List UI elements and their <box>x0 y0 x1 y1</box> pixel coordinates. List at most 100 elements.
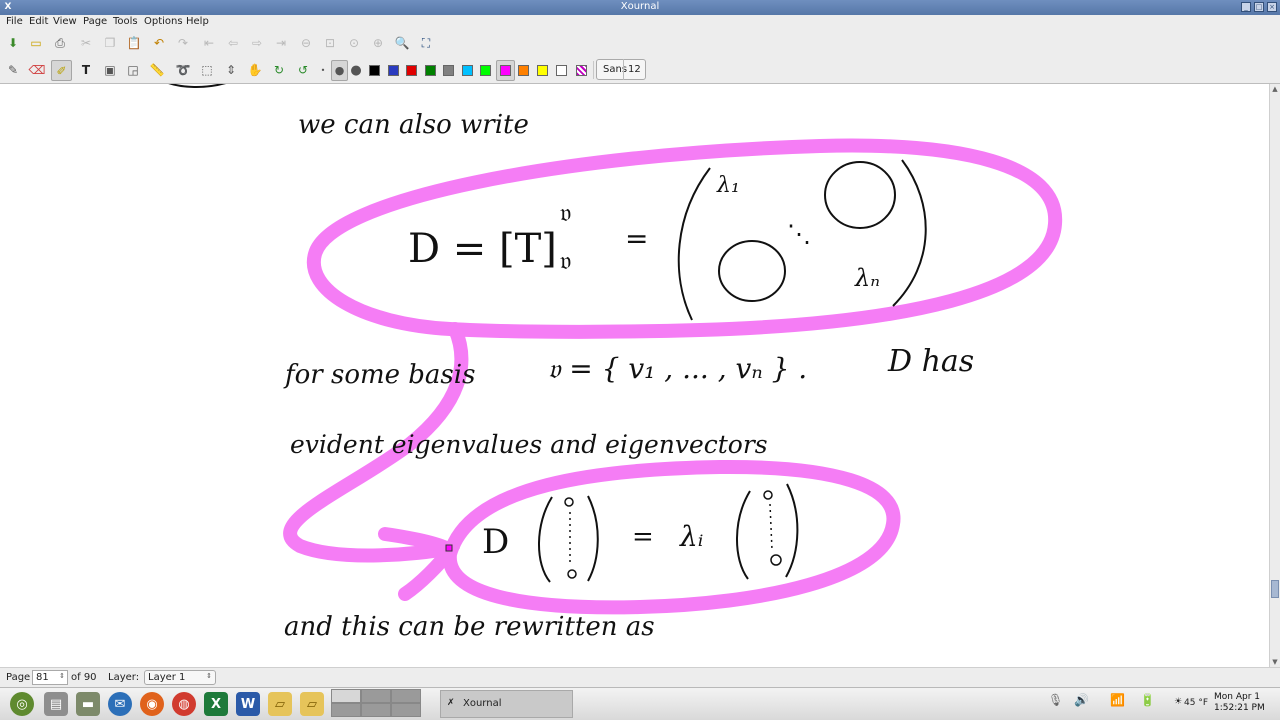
zoom-100-icon[interactable]: ⊡ <box>321 34 339 52</box>
launcher-icon[interactable]: ▱ <box>300 692 324 716</box>
vector-entry <box>770 554 782 566</box>
vector-entry <box>564 497 574 507</box>
close-button[interactable]: × <box>1267 2 1277 12</box>
eraser-icon[interactable]: ⌫ <box>28 61 46 79</box>
matrix-lambda-n: λₙ <box>855 264 880 292</box>
shapes-icon[interactable]: ◲ <box>124 61 142 79</box>
ruler-icon[interactable]: 📏 <box>148 61 166 79</box>
highlighter-icon[interactable]: ✐ <box>51 60 72 81</box>
color-red[interactable] <box>406 65 417 76</box>
file-manager-icon[interactable]: ▤ <box>44 692 68 716</box>
eq2-d: D <box>482 522 510 562</box>
save-icon[interactable]: ⬇ <box>4 34 22 52</box>
start-menu-icon[interactable]: ◎ <box>10 692 34 716</box>
cut-icon[interactable]: ✂ <box>77 34 95 52</box>
layer-select[interactable]: Layer 1 ⇕ <box>144 670 216 685</box>
workspace-5[interactable] <box>361 703 391 717</box>
text-icon[interactable]: T <box>77 61 95 79</box>
copy-icon[interactable]: ❐ <box>101 34 119 52</box>
thunderbird-icon[interactable]: ✉ <box>108 692 132 716</box>
color-magenta[interactable] <box>500 65 511 76</box>
battery-icon[interactable]: 🔋 <box>1140 693 1155 715</box>
last-page-icon[interactable]: ⇥ <box>272 34 290 52</box>
color-gray[interactable] <box>443 65 454 76</box>
pen-icon[interactable]: ✎ <box>4 61 22 79</box>
clock[interactable]: Mon Apr 1 1:52:21 PM <box>1214 692 1265 714</box>
menu-options[interactable]: Options <box>144 16 183 27</box>
workspace-4[interactable] <box>331 703 361 717</box>
chrome-icon[interactable]: ◍ <box>172 692 196 716</box>
firefox-icon[interactable]: ◉ <box>140 692 164 716</box>
color-white[interactable] <box>556 65 567 76</box>
zoom-out-icon[interactable]: ⊖ <box>297 34 315 52</box>
default-pen-icon[interactable]: ↻ <box>270 61 288 79</box>
notes-canvas[interactable]: we can also write D = [T] 𝔳 𝔳 = λ₁ ⋱ λₙ … <box>0 84 1269 667</box>
next-page-icon[interactable]: ⇨ <box>248 34 266 52</box>
paste-icon[interactable]: 📋 <box>125 34 143 52</box>
color-blue[interactable] <box>388 65 399 76</box>
matrix-bracket-right <box>892 159 927 307</box>
hand-icon[interactable]: ✋ <box>246 61 264 79</box>
volume-icon[interactable]: 🔊 <box>1074 693 1089 715</box>
thick-line-icon[interactable]: ● <box>347 61 365 79</box>
color-black[interactable] <box>369 65 380 76</box>
chevron-updown-icon[interactable]: ⇕ <box>206 670 212 683</box>
thin-line-icon[interactable]: • <box>314 61 332 79</box>
fullscreen-icon[interactable]: ⛶ <box>417 34 435 52</box>
title-bar: X Xournal _ □ × <box>0 0 1280 15</box>
page-number-spinner[interactable]: 81 ⇕ <box>32 670 68 685</box>
note-line-1: we can also write <box>298 110 529 140</box>
rect-select-icon[interactable]: ⬚ <box>198 61 216 79</box>
color-light-blue[interactable] <box>462 65 473 76</box>
workspace-6[interactable] <box>391 703 421 717</box>
workspace-3[interactable] <box>391 689 421 703</box>
scroll-up-icon[interactable]: ▲ <box>1270 84 1280 94</box>
color-green[interactable] <box>425 65 436 76</box>
highlight-ellipse-bottom <box>442 459 901 615</box>
new-icon[interactable]: ▭ <box>27 34 45 52</box>
menu-help[interactable]: Help <box>186 16 209 27</box>
print-icon[interactable]: ⎙ <box>51 34 69 52</box>
launcher-icon[interactable]: ▱ <box>268 692 292 716</box>
vertical-scrollbar[interactable]: ▲ ▼ <box>1269 84 1280 667</box>
medium-line-icon[interactable]: ● <box>331 60 348 81</box>
scroll-down-icon[interactable]: ▼ <box>1270 657 1280 667</box>
color-yellow[interactable] <box>537 65 548 76</box>
page-count: of 90 <box>71 672 97 683</box>
scroll-thumb[interactable] <box>1271 580 1279 598</box>
menu-edit[interactable]: Edit <box>29 16 48 27</box>
default-highlighter-icon[interactable]: ↺ <box>294 61 312 79</box>
menu-file[interactable]: File <box>6 16 23 27</box>
word-icon[interactable]: W <box>236 692 260 716</box>
prev-page-icon[interactable]: ⇦ <box>224 34 242 52</box>
network-icon[interactable]: 📶 <box>1110 693 1125 715</box>
first-page-icon[interactable]: ⇤ <box>200 34 218 52</box>
workspace-1[interactable] <box>331 689 361 703</box>
spinner-arrows-icon[interactable]: ⇕ <box>59 670 65 683</box>
zoom-width-icon[interactable]: ⊙ <box>345 34 363 52</box>
color-custom[interactable] <box>576 65 587 76</box>
color-orange[interactable] <box>518 65 529 76</box>
zoom-search-icon[interactable]: 🔍 <box>393 34 411 52</box>
taskbar-item-xournal[interactable]: ✗ Xournal <box>440 690 573 718</box>
menu-tools[interactable]: Tools <box>113 16 138 27</box>
color-light-green[interactable] <box>480 65 491 76</box>
redo-icon[interactable]: ↷ <box>174 34 192 52</box>
zoom-in-icon[interactable]: ⊕ <box>369 34 387 52</box>
microphone-icon[interactable]: 🎙 <box>1048 693 1063 715</box>
basis-set: 𝔳 = { v₁ , ... , vₙ } . <box>548 352 808 385</box>
menu-page[interactable]: Page <box>83 16 107 27</box>
minimize-button[interactable]: _ <box>1241 2 1251 12</box>
lasso-icon[interactable]: ➰ <box>174 61 192 79</box>
font-size: 12 <box>628 64 641 75</box>
excel-icon[interactable]: X <box>204 692 228 716</box>
eq1-equals: = <box>625 222 649 255</box>
font-button[interactable]: Sans 12 <box>596 59 646 80</box>
workspace-2[interactable] <box>361 689 391 703</box>
vertical-space-icon[interactable]: ⇕ <box>222 61 240 79</box>
folder-icon[interactable]: ▬ <box>76 692 100 716</box>
menu-view[interactable]: View <box>53 16 77 27</box>
maximize-button[interactable]: □ <box>1254 2 1264 12</box>
undo-icon[interactable]: ↶ <box>150 34 168 52</box>
image-icon[interactable]: ▣ <box>101 61 119 79</box>
